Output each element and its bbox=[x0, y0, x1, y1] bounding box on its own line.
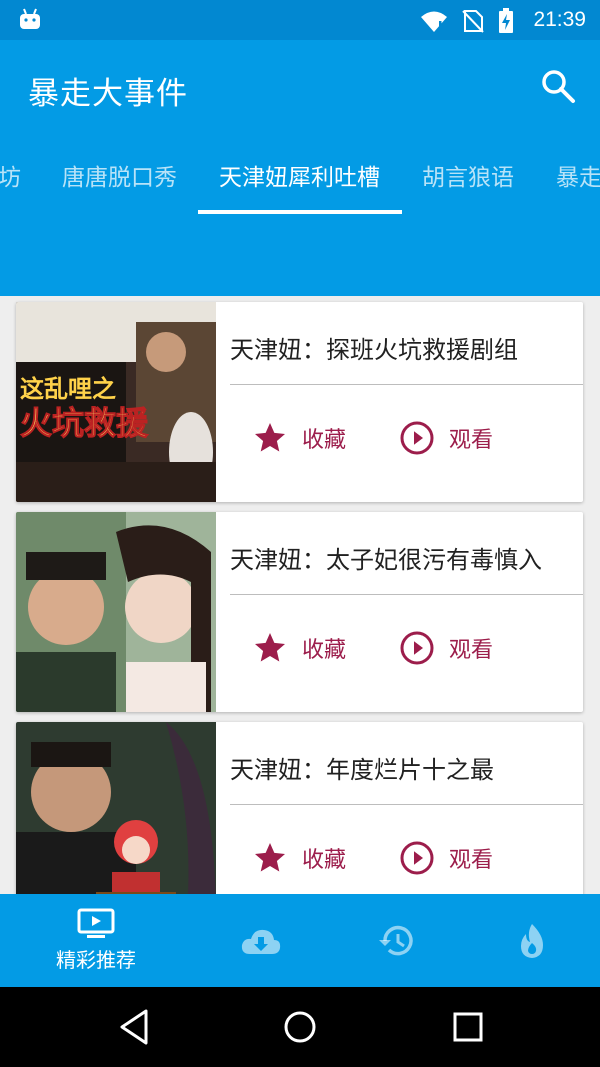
play-circle-icon bbox=[400, 631, 434, 665]
play-circle-icon bbox=[400, 421, 434, 455]
nav-downloads[interactable] bbox=[186, 894, 336, 987]
history-icon bbox=[379, 925, 413, 955]
divider bbox=[230, 594, 583, 595]
video-title[interactable]: 天津妞：探班火坑救援剧组 bbox=[230, 330, 518, 365]
video-list[interactable]: 这乱哩之 火坑救援 天津妞：探班火坑救援剧组 收藏 观看 天津妞：太子妃很污有毒… bbox=[0, 296, 600, 894]
play-circle-icon bbox=[400, 841, 434, 875]
favorite-button[interactable]: 收藏 bbox=[252, 630, 346, 666]
android-icon bbox=[20, 8, 40, 29]
watch-label: 观看 bbox=[449, 638, 494, 663]
tab-bar: 坊 唐唐脱口秀 天津妞犀利吐槽 胡言狼语 暴走 bbox=[0, 150, 600, 214]
nav-recommended-label: 精彩推荐 bbox=[56, 948, 136, 972]
video-thumbnail[interactable] bbox=[16, 512, 216, 712]
divider bbox=[230, 804, 583, 805]
video-thumbnail[interactable] bbox=[16, 722, 216, 894]
nav-recommended[interactable]: 精彩推荐 bbox=[21, 894, 171, 987]
favorite-button[interactable]: 收藏 bbox=[252, 420, 346, 456]
watch-label: 观看 bbox=[449, 428, 494, 453]
tab-partial-right[interactable]: 暴走 bbox=[556, 158, 600, 192]
video-card[interactable]: 这乱哩之 火坑救援 天津妞：探班火坑救援剧组 收藏 观看 bbox=[16, 302, 583, 502]
watch-button[interactable]: 观看 bbox=[399, 420, 493, 456]
no-sim-icon bbox=[462, 10, 484, 33]
poster-text: 火坑救援 bbox=[20, 404, 149, 442]
tab-indicator bbox=[198, 210, 402, 214]
video-thumbnail[interactable]: 这乱哩之 火坑救援 bbox=[16, 302, 216, 502]
star-icon bbox=[255, 843, 285, 872]
watch-label: 观看 bbox=[449, 848, 494, 873]
clock: 21:39 bbox=[533, 8, 586, 31]
video-card[interactable]: 天津妞：太子妃很污有毒慎入 收藏 观看 bbox=[16, 512, 583, 712]
favorite-label: 收藏 bbox=[302, 638, 347, 663]
nav-hot[interactable] bbox=[457, 894, 600, 987]
watch-button[interactable]: 观看 bbox=[399, 840, 493, 876]
tab-huyan[interactable]: 胡言狼语 bbox=[422, 158, 514, 192]
video-title[interactable]: 天津妞：年度烂片十之最 bbox=[230, 750, 494, 785]
favorite-button[interactable]: 收藏 bbox=[252, 840, 346, 876]
video-card[interactable]: 天津妞：年度烂片十之最 收藏 观看 bbox=[16, 722, 583, 894]
app-bar: 暴走大事件 坊 唐唐脱口秀 天津妞犀利吐槽 胡言狼语 暴走 bbox=[0, 40, 600, 296]
star-icon bbox=[255, 633, 285, 662]
tab-tianjinniu[interactable]: 天津妞犀利吐槽 bbox=[219, 158, 380, 192]
wifi-icon bbox=[421, 11, 447, 32]
app-title: 暴走大事件 bbox=[28, 76, 188, 112]
search-icon[interactable] bbox=[538, 66, 578, 106]
watch-button[interactable]: 观看 bbox=[399, 630, 493, 666]
bottom-navigation: 精彩推荐 bbox=[0, 894, 600, 987]
flame-icon bbox=[521, 923, 543, 958]
favorite-label: 收藏 bbox=[302, 428, 347, 453]
star-icon bbox=[255, 423, 285, 452]
tv-icon bbox=[77, 908, 115, 938]
video-title[interactable]: 天津妞：太子妃很污有毒慎入 bbox=[230, 540, 542, 575]
home-icon[interactable] bbox=[282, 1007, 318, 1047]
recents-icon[interactable] bbox=[450, 1007, 486, 1047]
cloud-download-icon bbox=[241, 929, 281, 954]
system-navigation-bar bbox=[0, 987, 600, 1067]
back-icon[interactable] bbox=[116, 1007, 152, 1047]
favorite-label: 收藏 bbox=[302, 848, 347, 873]
tab-partial-left[interactable]: 坊 bbox=[0, 158, 21, 192]
tab-tangtang[interactable]: 唐唐脱口秀 bbox=[62, 158, 177, 192]
poster-text: 这乱哩之 bbox=[20, 375, 116, 403]
divider bbox=[230, 384, 583, 385]
nav-history[interactable] bbox=[321, 894, 471, 987]
battery-charging-icon bbox=[499, 8, 513, 33]
status-bar: 21:39 bbox=[0, 0, 600, 40]
